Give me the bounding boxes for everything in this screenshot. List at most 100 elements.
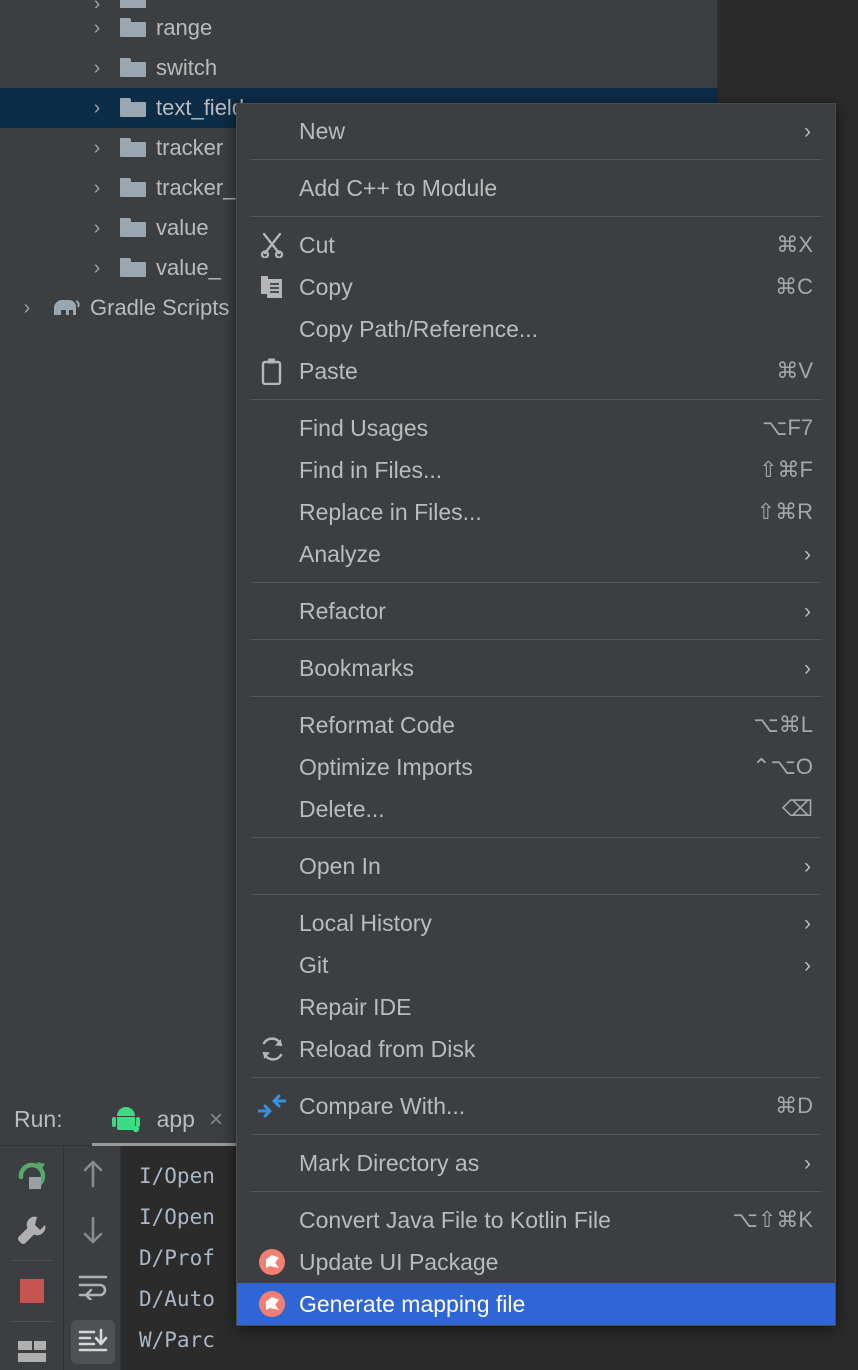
menu-item-bookmarks[interactable]: Bookmarks › xyxy=(237,647,835,689)
folder-icon xyxy=(120,178,146,198)
menu-item-label: Delete... xyxy=(299,795,385,822)
gradle-elephant-icon xyxy=(50,297,80,319)
tree-row-label: value_ xyxy=(156,255,221,280)
menu-separator xyxy=(251,696,821,697)
run-tab-app[interactable]: app xyxy=(157,1106,195,1133)
tree-row-label: text_field xyxy=(156,95,245,120)
menu-item-find-in-files[interactable]: Find in Files... ⇧⌘F xyxy=(237,449,835,491)
stop-icon[interactable] xyxy=(0,1263,64,1319)
menu-item-label: Refactor xyxy=(299,597,386,624)
menu-item-label: Generate mapping file xyxy=(299,1290,526,1317)
menu-item-paste[interactable]: Paste ⌘V xyxy=(237,350,835,392)
menu-item-delete[interactable]: Delete... ⌫ xyxy=(237,788,835,830)
wrench-settings-icon[interactable] xyxy=(0,1202,64,1258)
menu-item-optimize-imports[interactable]: Optimize Imports ⌃⌥O xyxy=(237,746,835,788)
menu-item-update-ui-package[interactable]: Update UI Package xyxy=(237,1241,835,1283)
folder-icon xyxy=(120,58,146,78)
chevron-right-icon: › xyxy=(804,854,811,878)
chevron-right-icon[interactable]: › xyxy=(86,178,108,198)
run-toolbar-mid[interactable] xyxy=(65,1146,121,1370)
menu-item-cut[interactable]: Cut ⌘X xyxy=(237,224,835,266)
menu-item-find-usages[interactable]: Find Usages ⌥F7 xyxy=(237,407,835,449)
chevron-right-icon[interactable]: › xyxy=(86,138,108,158)
menu-item-label: Cut xyxy=(299,231,335,258)
menu-item-reformat-code[interactable]: Reformat Code ⌥⌘L xyxy=(237,704,835,746)
menu-item-shortcut: ⌘D xyxy=(775,1093,813,1118)
rerun-icon[interactable] xyxy=(0,1146,64,1202)
tree-row-switch[interactable]: › switch xyxy=(0,48,718,88)
chevron-right-icon[interactable]: › xyxy=(16,298,38,318)
tree-row-partial[interactable]: › xyxy=(0,0,718,8)
folder-icon xyxy=(120,138,146,158)
menu-item-copy[interactable]: Copy ⌘C xyxy=(237,266,835,308)
menu-item-replace-in-files[interactable]: Replace in Files... ⇧⌘R xyxy=(237,491,835,533)
menu-item-open-in[interactable]: Open In › xyxy=(237,845,835,887)
menu-item-label: Update UI Package xyxy=(299,1248,499,1275)
menu-item-repair-ide[interactable]: Repair IDE xyxy=(237,986,835,1028)
arrow-down-icon[interactable] xyxy=(65,1202,121,1258)
menu-item-copy-path-reference[interactable]: Copy Path/Reference... xyxy=(237,308,835,350)
chevron-right-icon[interactable]: › xyxy=(86,98,108,118)
chevron-right-icon: › xyxy=(804,656,811,680)
menu-item-label: Replace in Files... xyxy=(299,498,482,525)
menu-item-add-c-to-module[interactable]: Add C++ to Module xyxy=(237,167,835,209)
chevron-right-icon: › xyxy=(804,911,811,935)
menu-separator xyxy=(251,894,821,895)
run-toolbar-left[interactable] xyxy=(0,1146,64,1370)
menu-item-shortcut: ⌘X xyxy=(776,232,813,257)
run-label: Run: xyxy=(14,1106,63,1132)
chevron-right-icon[interactable]: › xyxy=(86,18,108,38)
scroll-to-end-icon[interactable] xyxy=(71,1320,115,1364)
menu-item-reload-from-disk[interactable]: Reload from Disk xyxy=(237,1028,835,1070)
menu-item-label: Compare With... xyxy=(299,1092,466,1119)
menu-item-analyze[interactable]: Analyze › xyxy=(237,533,835,575)
arrow-up-icon[interactable] xyxy=(65,1146,121,1202)
chevron-right-icon[interactable]: › xyxy=(86,0,108,8)
menu-item-label: Repair IDE xyxy=(299,993,412,1020)
menu-item-label: Find in Files... xyxy=(299,456,443,483)
toolbar-divider xyxy=(9,1321,54,1322)
close-icon[interactable]: × xyxy=(209,1106,223,1134)
tree-row-label: tracker xyxy=(156,135,224,160)
copy-icon xyxy=(255,272,289,302)
menu-item-label: Convert Java File to Kotlin File xyxy=(299,1206,611,1233)
menu-item-shortcut: ⌥F7 xyxy=(761,415,813,440)
menu-item-shortcut: ⌘V xyxy=(776,358,813,383)
context-menu[interactable]: New › Add C++ to Module Cut ⌘X Copy ⌘C Copy Pat… xyxy=(236,103,836,1326)
menu-separator xyxy=(251,639,821,640)
menu-item-label: Paste xyxy=(299,357,358,384)
menu-item-label: Local History xyxy=(299,909,432,936)
plugin-circle-icon xyxy=(255,1289,289,1319)
chevron-right-icon[interactable]: › xyxy=(86,58,108,78)
menu-item-local-history[interactable]: Local History › xyxy=(237,902,835,944)
ide-window: › › range › switch › text_field › tracker › tracke… xyxy=(0,0,858,1370)
chevron-right-icon[interactable]: › xyxy=(86,218,108,238)
menu-item-git[interactable]: Git › xyxy=(237,944,835,986)
compare-icon xyxy=(255,1091,289,1121)
menu-item-compare-with[interactable]: Compare With... ⌘D xyxy=(237,1085,835,1127)
toolbar-divider xyxy=(9,1260,54,1261)
menu-item-shortcut: ⌃⌥O xyxy=(752,754,813,779)
menu-item-label: Find Usages xyxy=(299,414,429,441)
menu-separator xyxy=(251,399,821,400)
scroll-to-end-button[interactable] xyxy=(65,1314,121,1370)
chevron-right-icon[interactable]: › xyxy=(86,258,108,278)
menu-item-generate-mapping-file[interactable]: Generate mapping file xyxy=(237,1283,835,1325)
menu-item-label: Bookmarks xyxy=(299,654,415,681)
menu-separator xyxy=(251,1134,821,1135)
menu-item-new[interactable]: New › xyxy=(237,110,835,152)
menu-item-mark-directory-as[interactable]: Mark Directory as › xyxy=(237,1142,835,1184)
soft-wrap-icon[interactable] xyxy=(65,1258,121,1314)
layout-icon[interactable] xyxy=(0,1324,64,1370)
chevron-right-icon: › xyxy=(804,599,811,623)
tree-row-range[interactable]: › range xyxy=(0,8,718,48)
menu-item-label: Copy xyxy=(299,273,353,300)
menu-item-label: Open In xyxy=(299,852,381,879)
menu-item-refactor[interactable]: Refactor › xyxy=(237,590,835,632)
menu-item-convert-java-file-to-kotlin-file[interactable]: Convert Java File to Kotlin File ⌥⇧⌘K xyxy=(237,1199,835,1241)
menu-separator xyxy=(251,837,821,838)
folder-icon xyxy=(120,258,146,278)
menu-item-shortcut: ⌥⌘L xyxy=(753,712,813,737)
chevron-right-icon: › xyxy=(804,119,811,143)
menu-item-shortcut: ⌘C xyxy=(775,274,813,299)
